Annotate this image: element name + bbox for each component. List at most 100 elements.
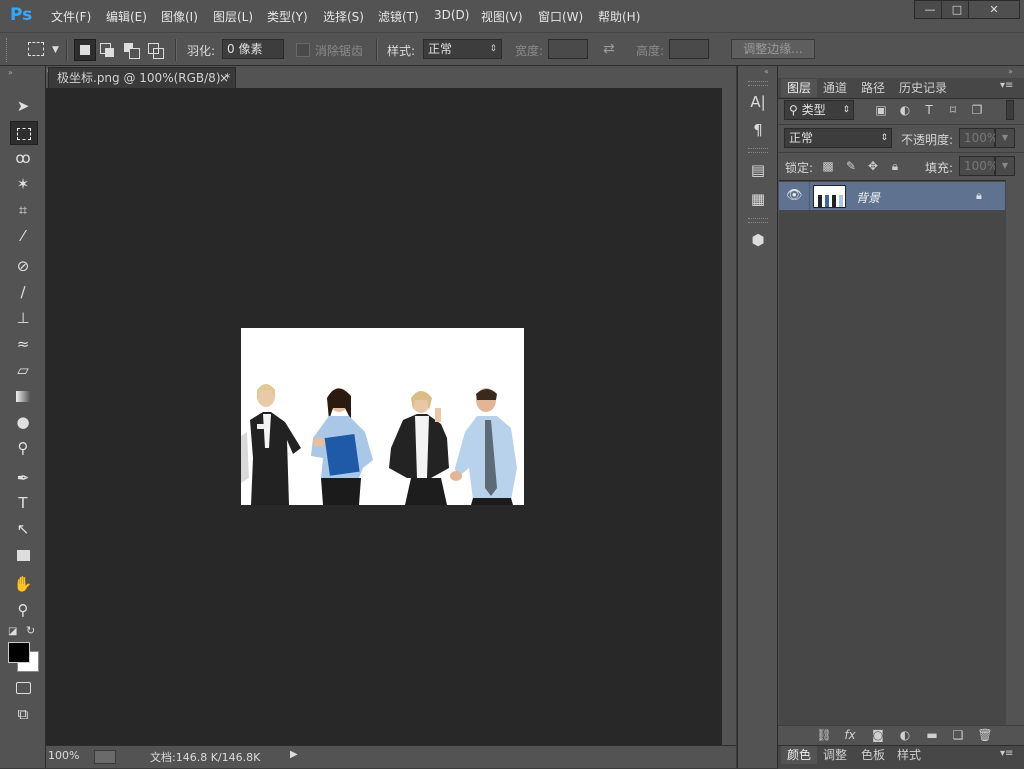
close-tab-icon[interactable]: × [219,68,229,88]
rectangle-shape-tool-icon[interactable] [10,544,36,566]
foreground-color-swatch[interactable] [8,642,30,663]
history-brush-tool-icon[interactable]: ≈ [10,333,36,355]
menu-select[interactable]: 选择(S) [323,8,364,25]
fill-input[interactable]: 100% [959,156,998,176]
filter-type-icon[interactable]: T [921,102,937,118]
move-tool-icon[interactable]: ➤ [10,95,36,117]
dock-grip[interactable] [748,81,768,86]
grip-handle[interactable] [6,38,11,62]
menu-filter[interactable]: 滤镜(T) [378,8,419,25]
swap-colors-icon[interactable]: ↻ [26,624,35,637]
marquee-tool-preset-icon[interactable] [28,42,44,56]
menu-image[interactable]: 图像(I) [161,8,198,25]
tab-color[interactable]: 颜色 [781,746,817,764]
pen-tool-icon[interactable]: ✒ [10,467,36,489]
menu-edit[interactable]: 编辑(E) [106,8,147,25]
status-preview-icon[interactable] [94,750,116,764]
filter-adjustment-icon[interactable]: ◐ [897,102,913,118]
collapse-dock-icon[interactable]: « [764,67,769,76]
paragraph-panel-icon[interactable]: ¶ [746,118,770,142]
lock-position-icon[interactable]: ✥ [865,158,881,174]
menu-3d[interactable]: 3D(D) [434,8,469,22]
new-selection-mode-button[interactable] [74,39,96,61]
vertical-scrollbar[interactable] [722,88,736,745]
close-window-button[interactable]: ✕ [968,0,1020,19]
lasso-tool-icon[interactable]: ꝏ [10,147,36,169]
tab-layers[interactable]: 图层 [781,79,817,97]
link-layers-icon[interactable]: ⛓ [816,727,832,743]
path-selection-tool-icon[interactable]: ↖ [10,518,36,540]
tab-paths[interactable]: 路径 [861,79,885,97]
layer-row-background[interactable]: 👁︎ 背景 🔒︎ [779,182,1005,210]
clone-stamp-tool-icon[interactable]: ⊥ [10,307,36,329]
document-tab[interactable]: 极坐标.png @ 100%(RGB/8) * × [48,67,236,88]
layer-style-fx-icon[interactable]: fx [842,727,858,743]
new-group-folder-icon[interactable]: ▬ [924,727,940,743]
add-selection-mode-button[interactable] [97,39,119,61]
panel-menu-icon[interactable]: ▾≡ [1000,80,1013,91]
zoom-level[interactable]: 100% [48,749,79,762]
delete-layer-trash-icon[interactable]: 🗑︎ [977,727,993,743]
menu-layer[interactable]: 图层(L) [213,8,253,25]
gradient-tool-icon[interactable] [10,385,36,407]
default-colors-icon[interactable]: ◪ [8,626,17,637]
opacity-input[interactable]: 100% [959,128,998,148]
dodge-tool-icon[interactable]: ⚲ [10,437,36,459]
hand-tool-icon[interactable]: ✋ [10,573,36,595]
height-input[interactable] [669,39,709,59]
screen-mode-icon[interactable]: ⧉ [10,703,36,725]
status-menu-arrow-icon[interactable]: ▶ [290,749,298,760]
collapse-toolbar-icon[interactable]: » [8,68,13,77]
brush-tool-icon[interactable]: ∕ [10,281,36,303]
add-mask-icon[interactable]: ◙ [870,727,886,743]
quick-mask-icon[interactable] [10,676,36,698]
tab-adjustments[interactable]: 调整 [823,746,847,764]
rectangular-marquee-tool-icon[interactable] [10,121,38,145]
tab-styles[interactable]: 样式 [897,746,921,764]
tab-swatches[interactable]: 色板 [861,746,885,764]
swap-icon[interactable]: ⇄ [603,41,615,57]
filter-toggle-switch[interactable] [1006,100,1014,120]
layer-list[interactable] [779,180,1006,726]
blend-mode-select[interactable]: 正常 ⇕ [784,128,892,148]
character-panel-icon[interactable]: A| [746,90,770,114]
style-select[interactable]: 正常 ⇕ [423,39,502,59]
subtract-selection-mode-button[interactable] [121,39,143,61]
dock-grip[interactable] [748,218,768,223]
filter-pixel-icon[interactable]: ▣ [873,102,889,118]
healing-brush-tool-icon[interactable]: ⊘ [10,255,36,277]
new-adjustment-layer-icon[interactable]: ◐ [897,727,913,743]
filter-smart-object-icon[interactable]: ❐ [969,102,985,118]
layer-list-scrollbar[interactable] [1006,180,1024,725]
eyedropper-tool-icon[interactable]: ⁄ [10,225,36,247]
zoom-tool-icon[interactable]: ⚲ [10,599,36,621]
antialias-checkbox[interactable] [296,43,310,57]
intersect-selection-mode-button[interactable] [145,39,167,61]
lock-transparent-icon[interactable]: ▩ [820,158,836,174]
properties-panel-icon[interactable]: ▤ [746,158,770,182]
lock-all-icon[interactable]: 🔒︎ [887,158,903,174]
new-layer-icon[interactable]: ❏ [950,727,966,743]
visibility-eye-icon[interactable]: 👁︎ [786,188,803,203]
dock-grip[interactable] [748,148,768,153]
menu-view[interactable]: 视图(V) [481,8,523,25]
menu-file[interactable]: 文件(F) [51,8,91,25]
crop-tool-icon[interactable]: ⌗ [10,199,36,221]
layer-filter-select[interactable]: ⚲ 类型 ⇕ [784,100,854,120]
filter-shape-icon[interactable]: ⌑ [945,102,961,118]
magic-wand-tool-icon[interactable]: ✶ [10,173,36,195]
layer-name[interactable]: 背景 [856,189,880,206]
panel-menu-icon[interactable]: ▾≡ [1000,748,1013,759]
menu-type[interactable]: 类型(Y) [267,8,308,25]
type-tool-icon[interactable]: T [10,492,36,514]
blur-tool-icon[interactable]: ● [10,411,36,433]
chevron-down-icon[interactable]: ▼ [52,45,59,55]
refine-edge-button[interactable]: 调整边缘... [731,39,815,59]
collapse-panels-icon[interactable]: » [1008,67,1013,76]
notes-panel-icon[interactable]: ▦ [746,187,770,211]
menu-help[interactable]: 帮助(H) [598,8,640,25]
3d-panel-icon[interactable]: ⬢ [746,228,770,252]
menu-window[interactable]: 窗口(W) [538,8,583,25]
tab-channels[interactable]: 通道 [823,79,847,97]
fill-dropdown-button[interactable]: ▼ [995,156,1015,176]
